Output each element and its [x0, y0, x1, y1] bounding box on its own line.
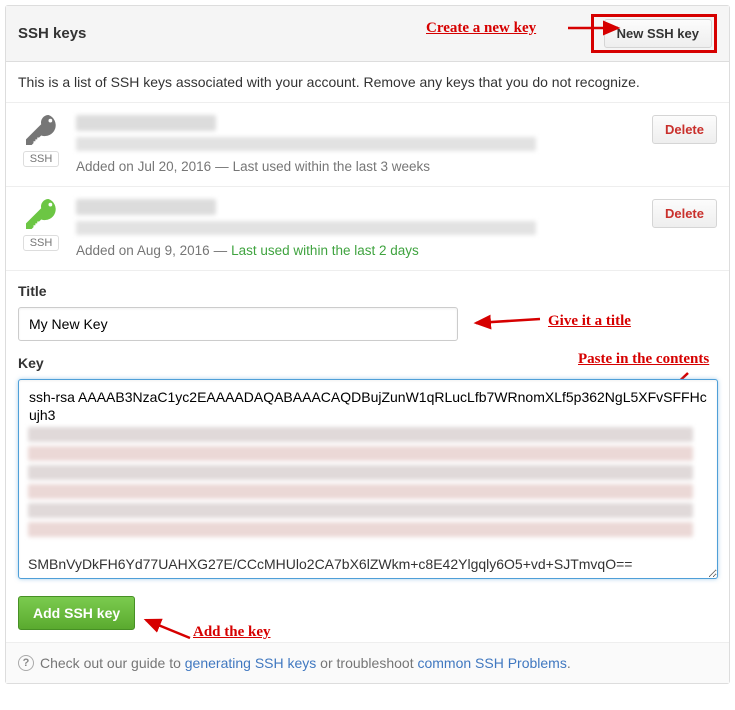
- redacted-fingerprint: [76, 137, 536, 151]
- add-ssh-key-button[interactable]: Add SSH key: [18, 596, 135, 630]
- key-textarea[interactable]: [18, 379, 718, 579]
- new-ssh-key-button[interactable]: New SSH key: [604, 19, 712, 48]
- redacted-key-name: [76, 115, 216, 131]
- key-icon: [26, 115, 56, 145]
- footer: ? Check out our guide to generating SSH …: [6, 642, 729, 683]
- key-icon: [26, 199, 56, 229]
- annotation-title: Give it a title: [548, 313, 631, 330]
- annotation-create-key: Create a new key: [426, 20, 536, 37]
- key-meta: Added on Aug 9, 2016—Last used within th…: [76, 243, 642, 258]
- ssh-key-row: SSH Added on Jul 20, 2016—Last used with…: [6, 103, 729, 187]
- key-meta: Added on Jul 20, 2016—Last used within t…: [76, 159, 642, 174]
- ssh-badge: SSH: [23, 151, 60, 167]
- annotation-arrow: [138, 614, 198, 644]
- info-icon: ?: [18, 655, 34, 671]
- annotation-highlight-box: New SSH key: [591, 14, 717, 53]
- title-label: Title: [18, 283, 717, 299]
- page-title: SSH keys: [18, 25, 86, 42]
- key-label: Key: [18, 355, 717, 371]
- annotation-add: Add the key: [193, 624, 271, 641]
- footer-link-generating[interactable]: generating SSH keys: [185, 655, 317, 671]
- footer-link-problems[interactable]: common SSH Problems: [417, 655, 566, 671]
- footer-text: .: [567, 655, 571, 671]
- footer-text: or troubleshoot: [316, 655, 417, 671]
- ssh-key-row: SSH Added on Aug 9, 2016—Last used withi…: [6, 187, 729, 271]
- key-tail-text: SMBnVyDkFH6Yd77UAHXG27E/CCcMHUlo2CA7bX6l…: [28, 556, 693, 572]
- footer-text: Check out our guide to: [40, 655, 185, 671]
- delete-key-button[interactable]: Delete: [652, 115, 717, 144]
- add-key-form: Title Give it a title Key Paste in the c…: [6, 271, 729, 642]
- title-input[interactable]: [18, 307, 458, 341]
- delete-key-button[interactable]: Delete: [652, 199, 717, 228]
- panel-description: This is a list of SSH keys associated wi…: [6, 62, 729, 103]
- redacted-fingerprint: [76, 221, 536, 235]
- redacted-key-name: [76, 199, 216, 215]
- panel-header: SSH keys New SSH key Create a new key: [6, 6, 729, 62]
- ssh-badge: SSH: [23, 235, 60, 251]
- annotation-arrow: [468, 307, 548, 337]
